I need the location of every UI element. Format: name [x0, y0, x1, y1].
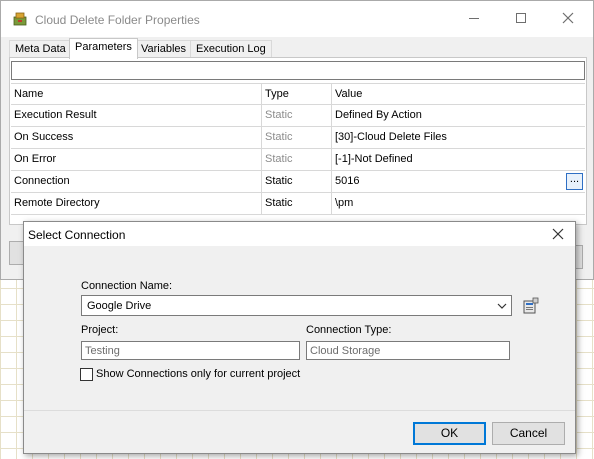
- table-row[interactable]: Connection Static 5016 ...: [11, 171, 585, 193]
- maximize-button[interactable]: [512, 9, 530, 27]
- tab-variables[interactable]: Variables: [135, 40, 193, 58]
- row-name: Connection: [11, 171, 262, 192]
- header-type[interactable]: Type: [262, 84, 332, 105]
- row-type: Static: [262, 149, 332, 170]
- connection-type-label: Connection Type:: [306, 324, 392, 336]
- row-value[interactable]: Defined By Action: [332, 105, 585, 126]
- row-value-text: 5016: [335, 175, 360, 187]
- project-label: Project:: [81, 324, 119, 336]
- dialog-title: Select Connection: [28, 228, 126, 242]
- cancel-button[interactable]: Cancel: [492, 422, 565, 445]
- dialog-titlebar[interactable]: Select Connection: [24, 222, 575, 246]
- select-connection-dialog: Select Connection Connection Name: Googl…: [23, 221, 576, 454]
- window-title: Cloud Delete Folder Properties: [35, 13, 200, 27]
- close-icon[interactable]: [559, 9, 577, 27]
- minimize-button[interactable]: [465, 9, 483, 27]
- tab-execution-log[interactable]: Execution Log: [190, 40, 272, 58]
- connection-name-select[interactable]: Google Drive: [81, 295, 512, 316]
- row-type: Static: [262, 127, 332, 148]
- row-type: Static: [262, 171, 332, 192]
- current-project-checkbox[interactable]: [80, 368, 93, 381]
- row-value[interactable]: [30]-Cloud Delete Files: [332, 127, 585, 148]
- header-name[interactable]: Name: [11, 84, 262, 105]
- grid-header: Name Type Value: [11, 83, 585, 105]
- table-row[interactable]: On Success Static [30]-Cloud Delete File…: [11, 127, 585, 149]
- row-name: On Success: [11, 127, 262, 148]
- row-name: On Error: [11, 149, 262, 170]
- row-name: Execution Result: [11, 105, 262, 126]
- tab-parameters[interactable]: Parameters: [69, 38, 138, 59]
- connection-settings-icon[interactable]: [522, 297, 540, 315]
- table-row[interactable]: On Error Static [-1]-Not Defined: [11, 149, 585, 171]
- connection-name-label: Connection Name:: [81, 280, 173, 292]
- row-value[interactable]: 5016 ...: [332, 171, 585, 192]
- row-value[interactable]: [-1]-Not Defined: [332, 149, 585, 170]
- close-icon[interactable]: [550, 226, 566, 242]
- parameters-grid: Name Type Value Execution Result Static …: [11, 83, 585, 215]
- chevron-down-icon: [497, 303, 507, 309]
- tab-strip: Meta Data Parameters Variables Execution…: [9, 38, 585, 59]
- tab-meta-data[interactable]: Meta Data: [9, 40, 72, 58]
- row-type: Static: [262, 193, 332, 214]
- row-value[interactable]: \pm: [332, 193, 585, 214]
- table-row[interactable]: Execution Result Static Defined By Actio…: [11, 105, 585, 127]
- current-project-checkbox-label[interactable]: Show Connections only for current projec…: [96, 368, 300, 380]
- row-type: Static: [262, 105, 332, 126]
- project-field: Testing: [81, 341, 300, 360]
- table-row[interactable]: Remote Directory Static \pm: [11, 193, 585, 215]
- dialog-body: Connection Name: Google Drive Project: T…: [24, 246, 575, 411]
- window-titlebar[interactable]: Cloud Delete Folder Properties: [1, 1, 593, 37]
- ok-button[interactable]: OK: [413, 422, 486, 445]
- dialog-footer: OK Cancel: [24, 411, 575, 453]
- connection-type-field: Cloud Storage: [306, 341, 510, 360]
- parameters-panel: Name Type Value Execution Result Static …: [9, 57, 587, 225]
- browse-connection-button[interactable]: ...: [566, 173, 583, 190]
- header-value[interactable]: Value: [332, 84, 585, 105]
- connection-name-value: Google Drive: [87, 300, 152, 312]
- cabinet-icon: [13, 12, 27, 26]
- parameters-filter-box[interactable]: [11, 61, 585, 80]
- row-name: Remote Directory: [11, 193, 262, 214]
